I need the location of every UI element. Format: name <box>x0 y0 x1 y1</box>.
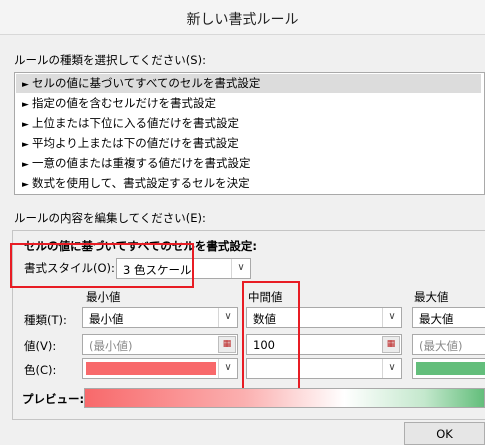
max-color-select[interactable] <box>412 358 485 379</box>
arrow-bullet-icon: ► <box>22 100 29 110</box>
highlight-box <box>242 281 300 398</box>
preview-gradient <box>84 388 485 408</box>
title-bar: 新しい書式ルール <box>0 0 485 34</box>
max-type-select[interactable]: 最大値 <box>412 307 485 328</box>
range-picker-icon[interactable]: ▦ <box>382 336 400 353</box>
chevron-down-icon[interactable]: ∨ <box>382 308 401 327</box>
ok-button[interactable]: OK <box>404 422 485 445</box>
arrow-bullet-icon: ► <box>22 160 29 170</box>
arrow-bullet-icon: ► <box>22 140 29 150</box>
preview-label: プレビュー: <box>22 392 85 406</box>
min-color-swatch <box>86 362 216 375</box>
rule-type-item[interactable]: ► セルの値に基づいてすべてのセルを書式設定 <box>16 74 481 93</box>
max-value-field[interactable]: (最大値) <box>412 334 485 355</box>
chevron-down-icon[interactable]: ∨ <box>382 359 401 378</box>
rule-type-item[interactable]: ► 平均より上または下の値だけを書式設定 <box>16 134 481 153</box>
rule-type-item[interactable]: ► 上位または下位に入る値だけを書式設定 <box>16 114 481 133</box>
max-color-swatch <box>416 362 485 375</box>
type-row-label: 種類(T): <box>24 313 67 327</box>
rule-type-item[interactable]: ► 数式を使用して、書式設定するセルを決定 <box>16 174 481 193</box>
edit-rule-label: ルールの内容を編集してください(E): <box>14 211 206 225</box>
min-color-select[interactable]: ∨ <box>82 358 238 379</box>
rule-type-item[interactable]: ► 指定の値を含むセルだけを書式設定 <box>16 94 481 113</box>
rule-type-list[interactable]: ► セルの値に基づいてすべてのセルを書式設定 ► 指定の値を含むセルだけを書式設定 … <box>14 72 485 195</box>
color-row-label: 色(C): <box>24 363 57 377</box>
chevron-down-icon[interactable]: ∨ <box>218 308 237 327</box>
arrow-bullet-icon: ► <box>22 120 29 130</box>
arrow-bullet-icon: ► <box>22 80 29 90</box>
dialog-title: 新しい書式ルール <box>186 12 299 28</box>
arrow-bullet-icon: ► <box>22 180 29 190</box>
range-picker-icon[interactable]: ▦ <box>218 336 236 353</box>
min-value-field[interactable]: (最小値) ▦ <box>82 334 238 355</box>
highlight-box <box>10 243 194 288</box>
max-column-header: 最大値 <box>414 290 449 304</box>
chevron-down-icon[interactable]: ∨ <box>231 259 250 278</box>
rule-type-item[interactable]: ► 一意の値または重複する値だけを書式設定 <box>16 154 481 173</box>
min-column-header: 最小値 <box>86 290 121 304</box>
rule-type-label: ルールの種類を選択してください(S): <box>14 53 206 67</box>
chevron-down-icon[interactable]: ∨ <box>218 359 237 378</box>
min-type-select[interactable]: 最小値 ∨ <box>82 307 238 328</box>
value-row-label: 値(V): <box>24 339 57 353</box>
